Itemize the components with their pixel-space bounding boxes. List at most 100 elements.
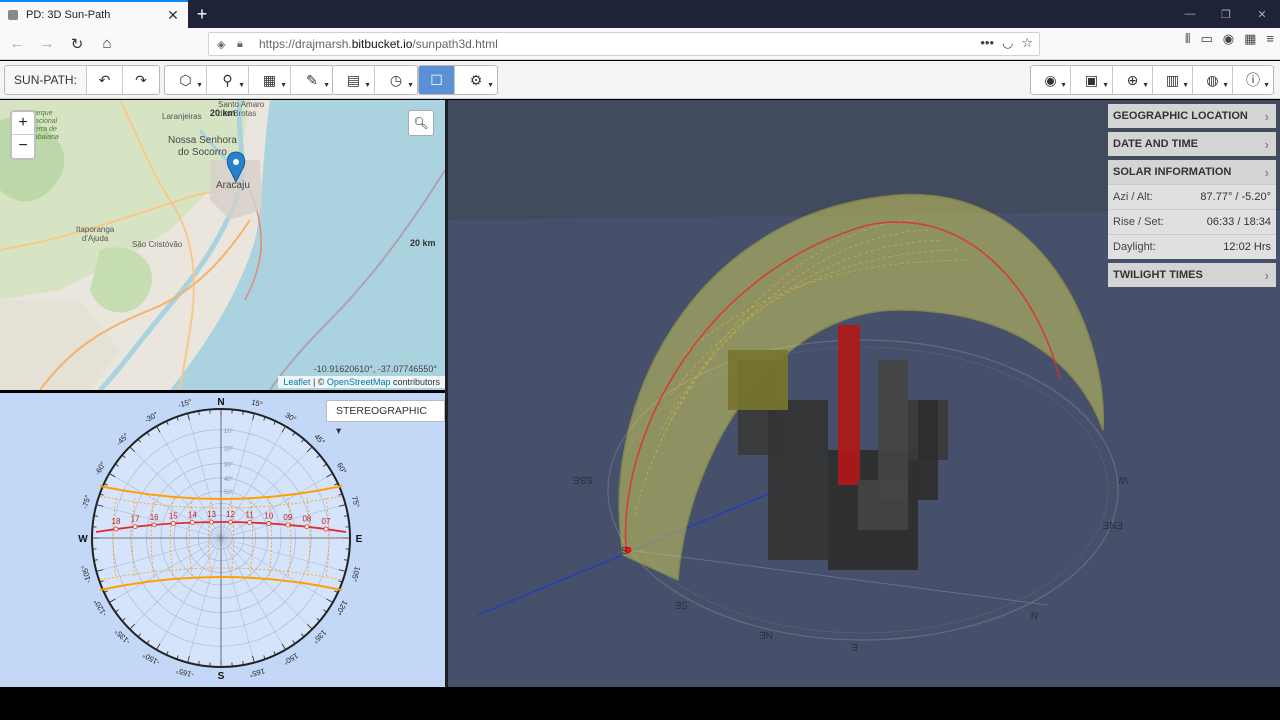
undo-icon[interactable]: ↶ bbox=[87, 66, 123, 94]
map-coordinates: -10.91620610°, -37.07746550° bbox=[313, 364, 437, 374]
leaflet-link[interactable]: Leaflet bbox=[283, 377, 310, 387]
place-label-sao-cristovao: São Cristóvão bbox=[132, 240, 183, 249]
display-group: ◉ ▼ ▣ ▼ ⊕ ▼ ▥ ▼ ◍ ▼ ⓘ ▼ bbox=[1030, 65, 1274, 95]
solar-information-header[interactable]: SOLAR INFORMATION › bbox=[1108, 160, 1276, 184]
account-icon[interactable]: ◉ bbox=[1223, 31, 1234, 47]
schedule-icon[interactable]: ▥ ▼ bbox=[1153, 66, 1193, 94]
hour-label: 09 bbox=[283, 513, 292, 522]
building bbox=[838, 325, 860, 485]
sunpath-diagram[interactable]: N S E W -15° 15° -30° 30° -45° 45° -60° 60° -75° 75° -… bbox=[0, 393, 445, 687]
map-search-icon[interactable]: 🔍︎ bbox=[408, 110, 434, 136]
osm-link[interactable]: OpenStreetMap bbox=[327, 377, 391, 387]
azimuth-label: 135° bbox=[311, 628, 328, 645]
azimuth-label: 105° bbox=[349, 565, 362, 582]
library-icon[interactable]: ⫴ bbox=[1185, 31, 1190, 47]
new-tab-button[interactable]: + bbox=[188, 0, 216, 28]
browser-toolbar-right: ⫴ ▭ ◉ ▦ ≡ bbox=[1185, 31, 1274, 47]
browser-tab-strip: PD: 3D Sun-Path ✕ + — ❐ ✕ bbox=[0, 0, 1280, 28]
compass-label: E bbox=[851, 641, 858, 652]
restore-icon[interactable]: ❐ bbox=[1208, 0, 1244, 28]
hour-marker bbox=[304, 524, 310, 530]
place-label-itaporanga: Itaporanga d'Ajuda bbox=[76, 225, 115, 243]
azimuth-label: -75° bbox=[80, 494, 92, 510]
hour-label: 17 bbox=[131, 515, 140, 524]
url-actions: ••• ◡ ☆ bbox=[980, 35, 1033, 51]
url-bar[interactable]: ◈ 🔒︎ https://drajmarsh.bitbucket.io/sunp… bbox=[208, 32, 1040, 56]
bookmark-star-icon[interactable]: ☆ bbox=[1021, 35, 1033, 51]
eye-icon[interactable]: ◉ ▼ bbox=[1031, 66, 1071, 94]
tab-title: PD: 3D Sun-Path bbox=[26, 9, 111, 21]
chevron-right-icon: › bbox=[1264, 108, 1269, 124]
draw-icon[interactable]: ✎ ▼ bbox=[291, 66, 333, 94]
settings-icon[interactable]: ⚙ ▼ bbox=[455, 66, 497, 94]
shield-icon[interactable]: ◈ bbox=[217, 38, 231, 51]
location-map[interactable]: Santo Amaro das Brotas Laranjeiras Nossa… bbox=[0, 100, 445, 390]
app-toolbar: SUN-PATH: ↶ ↷ ⬡ ▼ ⚲ ▼ ▦ ▼ ✎ ▼ ▤ ▼ ◷ ▼ ☐ ⚙ ▼ ◉ ▼ … bbox=[0, 61, 1280, 99]
hour-marker bbox=[209, 519, 214, 525]
map-attribution: Leaflet | © OpenStreetMap contributors bbox=[278, 376, 445, 388]
daylight-row: Daylight: 12:02 Hrs bbox=[1108, 234, 1276, 259]
geographic-location-header[interactable]: GEOGRAPHIC LOCATION › bbox=[1108, 104, 1276, 128]
azimuth-label: 120° bbox=[334, 599, 350, 617]
hour-label: 10 bbox=[264, 511, 273, 520]
grid-icon[interactable]: ▦ ▼ bbox=[249, 66, 291, 94]
calendar-icon[interactable]: ▤ ▼ bbox=[333, 66, 375, 94]
hour-label: 08 bbox=[302, 515, 311, 524]
twilight-times-header[interactable]: TWILIGHT TIMES › bbox=[1108, 263, 1276, 287]
azimuth-label: -150° bbox=[141, 650, 161, 667]
azimuth-label: 15° bbox=[250, 397, 263, 409]
info-icon[interactable]: ⓘ ▼ bbox=[1233, 66, 1273, 94]
hour-label: 16 bbox=[150, 513, 159, 522]
cardinal-label-N: N bbox=[217, 397, 224, 408]
window-controls: — ❐ ✕ bbox=[1172, 0, 1280, 28]
back-icon[interactable]: ← bbox=[4, 31, 30, 57]
globe-icon[interactable]: ◍ ▼ bbox=[1193, 66, 1233, 94]
hour-label: 15 bbox=[169, 511, 178, 520]
menu-icon[interactable]: ≡ bbox=[1266, 31, 1274, 47]
altitude-label: 50° bbox=[224, 490, 234, 496]
close-tab-icon[interactable]: ✕ bbox=[166, 7, 180, 24]
minimize-icon[interactable]: — bbox=[1172, 0, 1208, 28]
azimuth-label: 60° bbox=[335, 461, 348, 475]
zoom-out-button[interactable]: − bbox=[12, 135, 34, 158]
hour-label: 11 bbox=[245, 511, 254, 520]
zoom-in-button[interactable]: + bbox=[12, 112, 34, 135]
zoom-control: + − bbox=[10, 110, 36, 160]
projection-dropdown[interactable]: STEREOGRAPHIC ▾ bbox=[326, 400, 445, 437]
home-icon[interactable]: ⌂ bbox=[94, 31, 120, 57]
site-icon[interactable]: ⚲ ▼ bbox=[207, 66, 249, 94]
tools-group: ⬡ ▼ ⚲ ▼ ▦ ▼ ✎ ▼ bbox=[164, 65, 334, 95]
building bbox=[878, 360, 908, 500]
reload-icon[interactable]: ↻ bbox=[64, 31, 90, 57]
view-toggle-icon[interactable]: ☐ bbox=[419, 66, 455, 94]
pocket-icon[interactable]: ◡ bbox=[1002, 35, 1013, 51]
extensions-icon[interactable]: ▦ bbox=[1244, 31, 1256, 47]
lock-icon[interactable]: 🔒︎ bbox=[237, 38, 251, 51]
altitude-label: 20° bbox=[224, 447, 234, 453]
browser-tab[interactable]: PD: 3D Sun-Path ✕ bbox=[0, 0, 188, 28]
model-icon[interactable]: ⬡ ▼ bbox=[165, 66, 207, 94]
page-actions-icon[interactable]: ••• bbox=[980, 35, 994, 51]
sky-icon[interactable]: ⊕ ▼ bbox=[1113, 66, 1153, 94]
azimuth-label: -60° bbox=[93, 460, 108, 476]
clock-icon[interactable]: ◷ ▼ bbox=[375, 66, 417, 94]
close-window-icon[interactable]: ✕ bbox=[1244, 0, 1280, 28]
azimuth-label: 30° bbox=[284, 410, 298, 423]
chevron-right-icon: › bbox=[1264, 267, 1269, 283]
sunpath-diagram-graphic: N S E W -15° 15° -30° 30° -45° 45° -60° 60° -75° 75° -… bbox=[78, 397, 362, 682]
bottom-letterbox bbox=[0, 687, 1280, 720]
date-time-header[interactable]: DATE AND TIME › bbox=[1108, 132, 1276, 156]
hour-marker bbox=[151, 522, 157, 528]
azimuth-label: -15° bbox=[177, 397, 193, 409]
forward-icon[interactable]: → bbox=[34, 31, 60, 57]
building bbox=[858, 480, 908, 530]
redo-icon[interactable]: ↷ bbox=[123, 66, 159, 94]
compass-label: NE bbox=[759, 629, 773, 640]
place-label-nossa-senhora: Nossa Senhora do Socorro bbox=[168, 135, 237, 158]
sidebar-icon[interactable]: ▭ bbox=[1200, 31, 1212, 47]
hour-label: 07 bbox=[322, 517, 331, 526]
display-icon[interactable]: ▣ ▼ bbox=[1071, 66, 1113, 94]
url-text: https://drajmarsh.bitbucket.io/sunpath3d… bbox=[259, 37, 498, 51]
azimuth-label: 150° bbox=[282, 651, 300, 667]
compass-label: SSE bbox=[573, 474, 593, 485]
